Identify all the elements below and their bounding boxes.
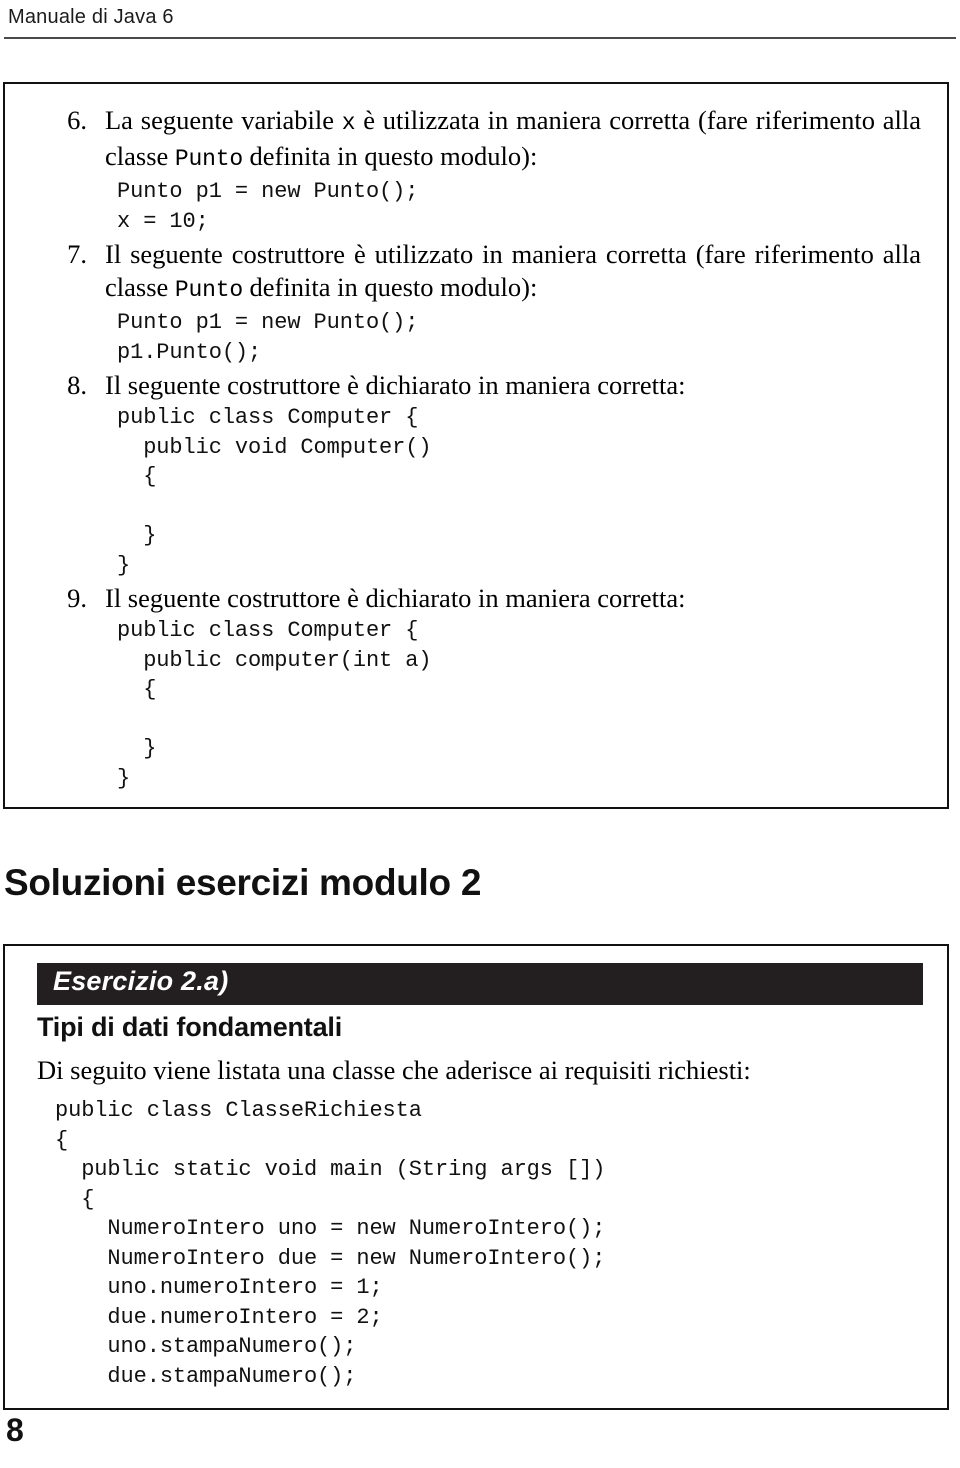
- solution-code-block: public class ClasseRichiesta { public st…: [55, 1098, 606, 1389]
- exercise-banner-label: Esercizio 2.a): [53, 966, 229, 996]
- question-list: 6. La seguente variabile x è utilizzata …: [33, 104, 921, 795]
- question-number: 9.: [67, 583, 87, 613]
- question-number: 6.: [67, 105, 87, 135]
- page-title: Soluzioni esercizi modulo 2: [4, 862, 482, 903]
- question-number: 8.: [67, 370, 87, 400]
- code-block: public class Computer { public void Comp…: [117, 405, 432, 578]
- solution-intro-text: Di seguito viene listata una classe che …: [37, 1055, 751, 1085]
- question-text-segment: La seguente variabile: [105, 105, 342, 135]
- code-block: public class Computer { public computer(…: [117, 618, 432, 791]
- inline-code: x: [341, 110, 356, 136]
- question-text: Il seguente costruttore è dichiarato in …: [105, 583, 686, 613]
- question-text-segment: definita in questo modulo):: [242, 272, 538, 302]
- list-item: 8. Il seguente costruttore è dichiarato …: [33, 369, 921, 580]
- code-block: Punto p1 = new Punto(); x = 10;: [117, 179, 419, 234]
- page-number: 8: [6, 1412, 24, 1448]
- exercise-banner: Esercizio 2.a): [37, 963, 923, 1005]
- list-item: 9. Il seguente costruttore è dichiarato …: [33, 582, 921, 793]
- question-text: Il seguente costruttore è utilizzato in …: [105, 238, 921, 307]
- questions-box: 6. La seguente variabile x è utilizzata …: [3, 82, 949, 809]
- question-number: 7.: [67, 239, 87, 269]
- running-head: Manuale di Java 6: [8, 6, 174, 28]
- solution-subtitle: Tipi di dati fondamentali: [37, 1012, 343, 1042]
- question-text: Il seguente costruttore è dichiarato in …: [105, 370, 686, 400]
- question-text-segment: definita in questo modulo):: [242, 141, 538, 171]
- solution-box: Esercizio 2.a) Tipi di dati fondamentali…: [3, 944, 949, 1410]
- list-item: 7. Il seguente costruttore è utilizzato …: [33, 238, 921, 367]
- inline-code: Punto: [174, 146, 243, 172]
- inline-code: Punto: [174, 277, 243, 303]
- code-block: Punto p1 = new Punto(); p1.Punto();: [117, 310, 419, 365]
- question-text: La seguente variabile x è utilizzata in …: [105, 104, 921, 176]
- header-rule: [4, 37, 956, 39]
- list-item: 6. La seguente variabile x è utilizzata …: [33, 104, 921, 236]
